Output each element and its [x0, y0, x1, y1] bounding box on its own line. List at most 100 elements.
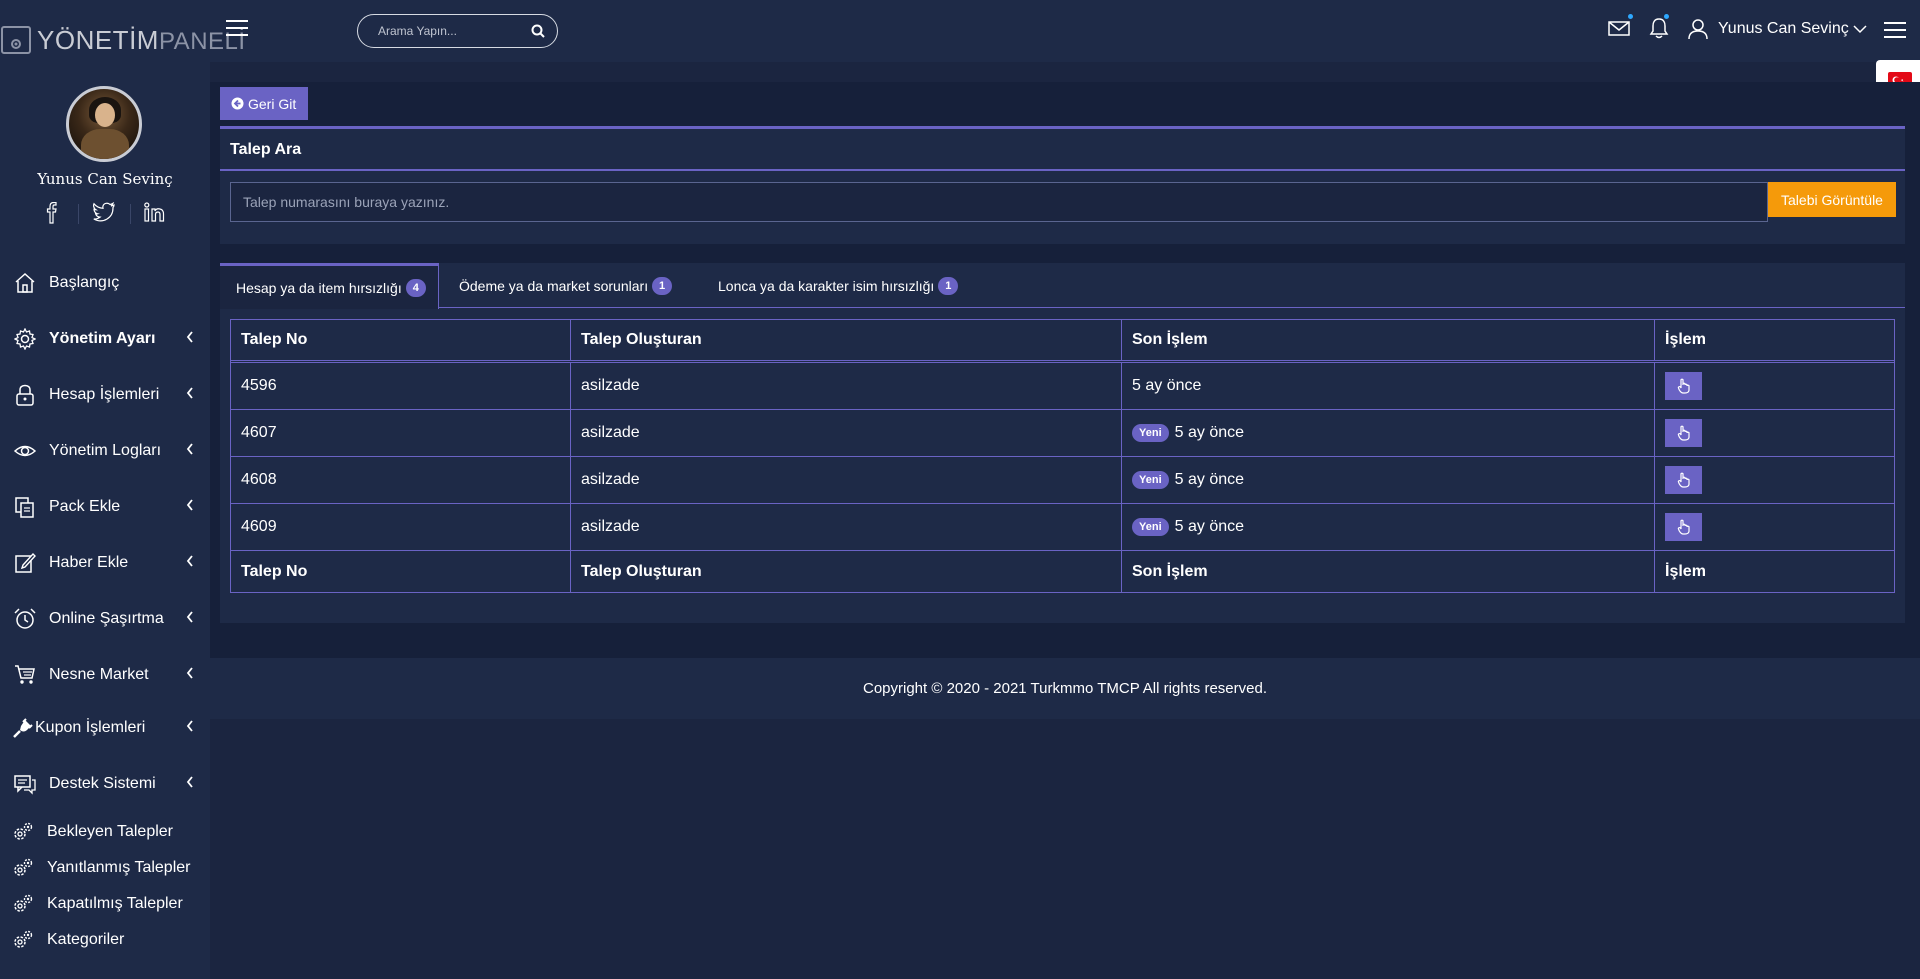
open-ticket-button[interactable]	[1665, 419, 1702, 447]
brand-gear-icon	[1, 26, 31, 54]
right-menu-button[interactable]	[1884, 22, 1906, 40]
sidebar-subitem-label: Kategoriler	[47, 931, 125, 948]
ticket-number: 4608	[231, 457, 571, 503]
chevron-left-icon	[186, 499, 193, 511]
user-icon	[1688, 19, 1708, 40]
last-action-time: 5 ay önce	[1174, 471, 1245, 488]
mail-notification-dot	[1628, 14, 1633, 19]
sidebar-item-yonetim-loglari[interactable]: Yönetim Logları	[0, 431, 210, 471]
divider	[220, 169, 1905, 171]
chevron-left-icon	[186, 331, 193, 343]
alarm-icon	[14, 608, 36, 629]
sidebar-item-label: Pack Ekle	[49, 498, 121, 515]
last-action-cell: 5 ay önce	[1122, 363, 1655, 409]
avatar[interactable]	[66, 86, 142, 162]
tab-count-badge: 1	[652, 276, 673, 295]
last-action-time: 5 ay önce	[1174, 424, 1245, 441]
sidebar-item-label: Haber Ekle	[49, 554, 129, 571]
action-cell	[1655, 410, 1894, 456]
sidebar-item-label: Hesap İşlemleri	[49, 386, 160, 403]
view-ticket-button[interactable]: Talebi Görüntüle	[1768, 182, 1896, 217]
table-row: 4609 asilzade Yeni 5 ay önce	[231, 504, 1894, 551]
tickets-table: Talep No Talep Oluşturan Son İşlem İşlem…	[230, 319, 1895, 593]
category-tabs: Hesap ya da item hırsızlığı 4 Ödeme ya d…	[220, 263, 1905, 309]
ticket-creator: asilzade	[571, 410, 1122, 456]
facebook-icon[interactable]	[46, 201, 58, 229]
open-ticket-button[interactable]	[1665, 372, 1702, 400]
back-button[interactable]: Geri Git	[220, 87, 308, 120]
sidebar-subitem-kapatilmis-talepler[interactable]: Kapatılmış Talepler	[0, 889, 210, 919]
gear-icon	[14, 328, 36, 350]
user-menu[interactable]: Yunus Can Sevinç	[1688, 18, 1867, 40]
tab-odeme-market-sorunlari[interactable]: Ödeme ya da market sorunları 1	[443, 263, 673, 308]
ticket-number: 4609	[231, 504, 571, 550]
sidebar-subitem-bekleyen-talepler[interactable]: Bekleyen Talepler	[0, 817, 210, 847]
back-button-label: Geri Git	[248, 95, 297, 112]
sidebar-item-pack-ekle[interactable]: Pack Ekle	[0, 487, 210, 527]
top-bar: YÖNETİMPANELİ Yunus Can Sevinç	[0, 0, 1920, 62]
gears-icon	[14, 822, 33, 840]
search-card: Talep Ara Talebi Görüntüle	[220, 126, 1905, 244]
column-footer: Talep Oluşturan	[571, 551, 1122, 592]
sidebar-item-haber-ekle[interactable]: Haber Ekle	[0, 543, 210, 583]
column-header[interactable]: Talep Oluşturan	[571, 320, 1122, 360]
column-header[interactable]: İşlem	[1655, 320, 1894, 360]
sidebar-item-label: Online Şaşırtma	[49, 610, 164, 627]
tickets-card: Hesap ya da item hırsızlığı 4 Ödeme ya d…	[220, 263, 1905, 623]
sidebar-item-label: Yönetim Logları	[49, 442, 162, 459]
new-badge: Yeni	[1132, 518, 1169, 536]
linkedin-icon[interactable]	[144, 202, 166, 227]
menu-toggle-button[interactable]	[226, 20, 248, 38]
ticket-creator: asilzade	[571, 504, 1122, 550]
gears-icon	[14, 858, 33, 876]
open-ticket-button[interactable]	[1665, 466, 1702, 494]
last-action-time: 5 ay önce	[1174, 518, 1245, 535]
sidebar-item-label: Başlangıç	[49, 274, 120, 291]
chevron-left-icon	[186, 387, 193, 399]
hand-pointer-icon	[1677, 425, 1690, 441]
column-footer: Talep No	[231, 551, 571, 592]
sidebar-item-yonetim-ayari[interactable]: Yönetim Ayarı	[0, 319, 210, 359]
sidebar-item-nesne-market[interactable]: Nesne Market	[0, 655, 210, 695]
brand-logo[interactable]: YÖNETİMPANELİ	[0, 20, 246, 60]
mail-icon[interactable]	[1608, 14, 1633, 44]
table-footer-row: Talep No Talep Oluşturan Son İşlem İşlem	[231, 551, 1894, 592]
sidebar-item-baslangic[interactable]: Başlangıç	[0, 263, 210, 303]
search-icon[interactable]	[531, 24, 545, 38]
sidebar-subitem-kategoriler[interactable]: Kategoriler	[0, 925, 210, 955]
ticket-number: 4607	[231, 410, 571, 456]
home-icon	[15, 272, 35, 293]
ticket-number-input[interactable]	[230, 182, 1768, 222]
bell-icon[interactable]	[1649, 14, 1669, 44]
arrow-circle-left-icon	[231, 97, 244, 110]
sidebar-item-label: Yönetim Ayarı	[49, 330, 156, 347]
tab-hesap-item-hirsizligi[interactable]: Hesap ya da item hırsızlığı 4	[220, 263, 439, 309]
ticket-creator: asilzade	[571, 363, 1122, 409]
sidebar-item-hesap-islemleri[interactable]: Hesap İşlemleri	[0, 375, 210, 415]
gears-icon	[14, 894, 33, 912]
eye-icon	[14, 445, 36, 457]
ticket-number: 4596	[231, 363, 571, 409]
action-cell	[1655, 457, 1894, 503]
last-action-time: 5 ay önce	[1132, 377, 1202, 394]
sidebar-subitem-label: Kapatılmış Talepler	[47, 895, 183, 912]
sidebar-item-label: Destek Sistemi	[49, 775, 156, 792]
sidebar-item-online-sasirtma[interactable]: Online Şaşırtma	[0, 599, 210, 639]
chevron-left-icon	[186, 667, 193, 679]
column-header[interactable]: Son İşlem	[1122, 320, 1655, 360]
search-input[interactable]	[358, 24, 518, 38]
twitter-icon[interactable]	[93, 201, 115, 227]
ticket-creator: asilzade	[571, 457, 1122, 503]
table-header-row: Talep No Talep Oluşturan Son İşlem İşlem	[231, 320, 1894, 363]
copyright-text: Copyright © 2020 - 2021 Turkmmo TMCP All…	[863, 680, 1267, 697]
column-header[interactable]: Talep No	[231, 320, 571, 360]
open-ticket-button[interactable]	[1665, 513, 1702, 541]
tab-lonca-karakter-isim-hirsizligi[interactable]: Lonca ya da karakter isim hırsızlığı 1	[702, 263, 959, 308]
sidebar-item-destek-sistemi[interactable]: Destek Sistemi	[0, 764, 210, 804]
search-card-title: Talep Ara	[230, 141, 302, 158]
sidebar: Yunus Can Sevinç Başlangıç Yönetim Ayarı…	[0, 62, 210, 979]
sidebar-subitem-yanitlanmis-talepler[interactable]: Yanıtlanmış Talepler	[0, 853, 210, 883]
table-row: 4596 asilzade 5 ay önce	[231, 363, 1894, 410]
brand-text: YÖNETİMPANELİ	[37, 24, 246, 55]
sidebar-item-kupon-islemleri[interactable]: Kupon İşlemleri	[0, 708, 210, 748]
